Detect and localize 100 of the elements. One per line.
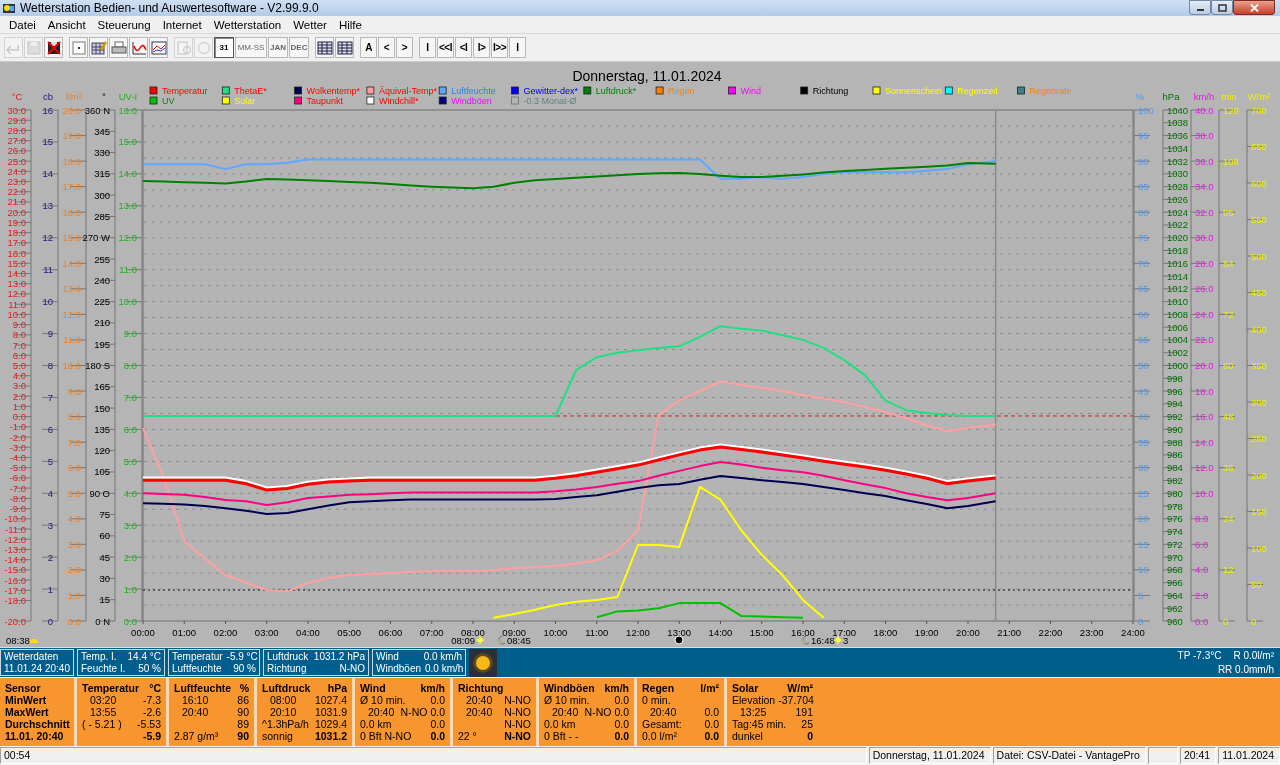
tick-label: 5: [47, 455, 53, 467]
tick-label: -11.0: [5, 523, 26, 535]
tick-label: 285: [94, 210, 110, 222]
stat-label: 0.0 km: [544, 718, 577, 730]
tick-label: 80: [1138, 206, 1149, 218]
stat-label: ( - 5.21 ): [82, 718, 123, 730]
toolbar-button[interactable]: A: [360, 37, 377, 58]
toolbar-button[interactable]: I: [419, 37, 436, 58]
stat-label: 13:25: [739, 706, 768, 718]
maximize-button[interactable]: [1211, 0, 1233, 15]
tick-label: 1028: [1167, 181, 1189, 193]
column-title: Solar: [732, 682, 759, 694]
tick-label: -4.0: [9, 452, 26, 463]
tick-label: 1006: [1167, 321, 1189, 333]
tick-label: 30.0: [1195, 232, 1214, 244]
stat-label: Ø 10 min.: [544, 694, 591, 706]
status-text: Datei: CSV-Datei - VantagePro: [992, 747, 1146, 764]
tick-label: 96: [1223, 206, 1234, 218]
tick-label: 200: [1251, 469, 1267, 481]
menu-item[interactable]: Wetter: [287, 18, 333, 31]
menu-item[interactable]: Hilfe: [332, 18, 368, 31]
menu-item[interactable]: Wetterstation: [207, 18, 288, 31]
stat-value: -5.53: [137, 718, 161, 730]
axis-unit: °C: [11, 91, 23, 102]
toolbar-button[interactable]: [315, 37, 334, 58]
status-text: Donnerstag, 11.01.2024: [868, 747, 991, 764]
live-value: N-NO: [339, 662, 365, 674]
tick-label: 100: [1138, 104, 1154, 116]
tick-label: 23.0: [7, 176, 26, 188]
tick-label: 1036: [1167, 130, 1189, 142]
chart-title: Donnerstag, 11.01.2024: [572, 68, 722, 84]
menu-item[interactable]: Steuerung: [91, 18, 157, 31]
tick-label: 10.0: [1195, 487, 1214, 499]
toolbar-button[interactable]: >: [396, 37, 413, 58]
tick-label: 3.0: [123, 519, 137, 531]
toolbar-button[interactable]: [335, 37, 354, 58]
toolbar-button[interactable]: <<I: [437, 37, 454, 58]
stat-label: Ø 10 min.: [360, 694, 407, 706]
maximize-icon: [1217, 3, 1227, 12]
tick-label: 1040: [1167, 104, 1189, 116]
toolbar-button[interactable]: [44, 37, 63, 58]
tick-label: 32.0: [1195, 206, 1214, 218]
tick-label: 24.0: [1195, 308, 1214, 320]
stat-value: 191: [795, 706, 813, 718]
legend-label: Windböen: [451, 96, 492, 106]
tick-label: 984: [1167, 462, 1183, 474]
stat-value: 90: [237, 706, 249, 718]
toolbar-button[interactable]: <I: [455, 37, 472, 58]
tick-label: 14: [42, 168, 53, 180]
tick-label: 7.0: [123, 391, 137, 403]
tick-label: 15.0: [62, 232, 81, 244]
toolbar-button[interactable]: I>: [473, 37, 490, 58]
minimize-button[interactable]: [1189, 0, 1211, 15]
menu-item[interactable]: Datei: [3, 18, 42, 31]
tick-label: 5.0: [67, 487, 81, 499]
tick-label: 10.0: [118, 296, 137, 308]
tick-label: 10: [1138, 564, 1149, 576]
tick-label: 5: [1138, 589, 1144, 601]
delete-disk-icon: [46, 40, 61, 55]
menu-item[interactable]: Ansicht: [41, 18, 92, 31]
status-text: 20:41: [1179, 747, 1217, 764]
time-label: 11:00: [585, 627, 609, 638]
time-label: 21:00: [997, 627, 1022, 638]
time-label: 03:00: [254, 627, 279, 638]
tick-label: 48: [1223, 411, 1234, 423]
time-label: 05:00: [337, 627, 362, 638]
tick-label: 120: [94, 445, 110, 457]
circle-icon: [196, 40, 211, 55]
tick-label: 20.0: [1195, 360, 1214, 371]
axis-unit: W/m²: [1247, 91, 1271, 102]
tick-label: 18.0: [1195, 385, 1214, 397]
sun-icon: [833, 635, 843, 645]
live-label: Feuchte I.: [81, 662, 126, 674]
tick-label: 180 S: [85, 360, 110, 371]
close-button[interactable]: [1233, 0, 1275, 15]
column-title: Windböen: [544, 682, 595, 694]
table-icon: [336, 40, 353, 55]
time-label: 22:00: [1038, 627, 1063, 638]
tick-label: 1008: [1167, 308, 1189, 320]
tick-label: 34.0: [1195, 181, 1214, 193]
toolbar-button[interactable]: I>>: [491, 37, 508, 58]
stat-value: 0.0: [704, 718, 719, 730]
time-label: 07:00: [419, 627, 444, 638]
calendar-button[interactable]: 31: [214, 37, 234, 58]
tick-label: 345: [94, 125, 110, 137]
stat-label: 20:40: [367, 706, 396, 718]
tick-label: 12: [1223, 564, 1234, 576]
legend-label: Windchill*: [378, 96, 419, 106]
toolbar-button[interactable]: I: [509, 37, 526, 58]
tick-label: -15.0: [4, 564, 26, 576]
stat-label: MinWert: [5, 694, 48, 706]
tick-label: 550: [1251, 214, 1267, 225]
tick-label: 26.0: [1195, 283, 1214, 295]
toolbar-button[interactable]: <: [378, 37, 395, 58]
tick-label: 2.0: [1195, 589, 1209, 601]
menu-item[interactable]: Internet: [156, 18, 208, 31]
stat-value: -2.6: [142, 706, 161, 718]
legend-label: Temperatur: [162, 86, 208, 96]
stat-value: 89: [237, 718, 249, 730]
tick-label: 1.0: [12, 400, 26, 412]
